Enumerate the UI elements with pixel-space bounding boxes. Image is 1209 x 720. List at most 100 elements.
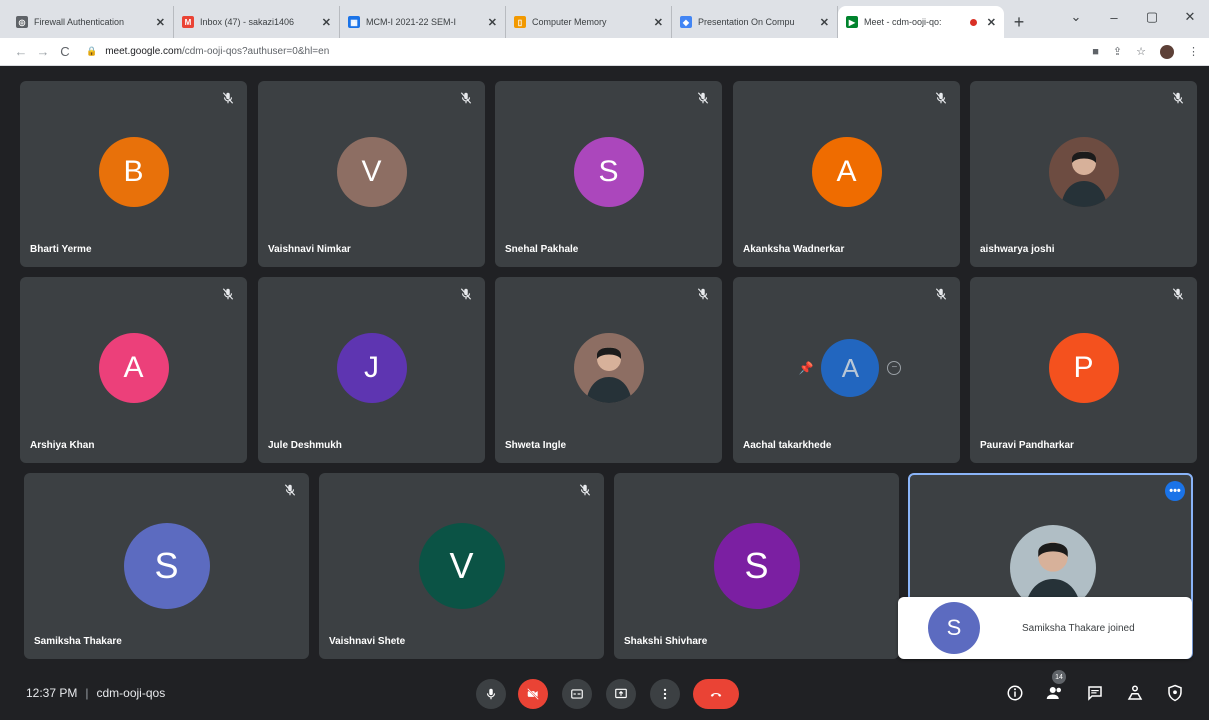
participant-tile[interactable]: Shweta Ingle: [495, 277, 722, 463]
minimize-button[interactable]: –: [1095, 10, 1133, 25]
mic-off-icon: [934, 287, 948, 301]
lock-icon: 🔒: [86, 46, 98, 56]
participant-avatar: A: [98, 333, 169, 403]
participant-photo: [1048, 137, 1119, 207]
tab-favicon-icon: ▶: [846, 16, 858, 28]
tab-close-icon[interactable]: ✕: [156, 16, 165, 29]
mic-off-icon: [578, 483, 592, 497]
participant-avatar: J: [336, 333, 407, 403]
browser-tab[interactable]: ▯ Computer Memory ✕: [506, 6, 672, 38]
tab-title: Presentation On Compu: [698, 17, 795, 27]
participant-name: Vaishnavi Nimkar: [268, 244, 351, 255]
profile-avatar-icon[interactable]: [1160, 44, 1174, 59]
mic-off-icon: [1171, 91, 1185, 105]
window-close-button[interactable]: ✕: [1171, 9, 1209, 25]
pin-icon[interactable]: 📌: [799, 361, 814, 375]
participant-name: Bharti Yerme: [30, 244, 92, 255]
mic-off-icon: [283, 483, 297, 497]
activities-icon: [1127, 685, 1143, 700]
mic-off-icon: [1171, 287, 1185, 301]
browser-tab[interactable]: ◆ Presentation On Compu ✕: [672, 6, 838, 38]
people-button[interactable]: 14: [1042, 670, 1068, 706]
present-screen-icon: [615, 688, 627, 699]
participant-name: Vaishnavi Shete: [329, 636, 406, 647]
mic-off-icon: [459, 91, 473, 105]
browser-menu-icon[interactable]: ⋮: [1188, 45, 1199, 58]
participant-name: Shweta Ingle: [505, 440, 567, 451]
browser-tab[interactable]: ▶ Meet - cdm-ooji-qo: ✕: [838, 6, 1004, 38]
participant-tile[interactable]: A Akanksha Wadnerkar: [733, 81, 960, 267]
participant-tile[interactable]: V Vaishnavi Nimkar: [258, 81, 485, 267]
tab-search-button[interactable]: ⌄: [1057, 9, 1095, 25]
url-host: meet.google.com: [105, 46, 182, 57]
participant-tile[interactable]: 📌 A − Aachal takarkhede: [733, 277, 960, 463]
more-vert-icon: [663, 688, 667, 700]
tab-favicon-icon: ◆: [680, 16, 692, 28]
browser-tab[interactable]: M Inbox (47) - sakazi1406 ✕: [174, 6, 340, 38]
leave-call-button[interactable]: [693, 679, 739, 709]
tile-more-options-icon[interactable]: •••: [1165, 481, 1185, 501]
meeting-details-button[interactable]: [1002, 680, 1028, 706]
tab-close-icon[interactable]: ✕: [987, 16, 996, 29]
participant-avatar: A: [811, 137, 882, 207]
host-controls-button[interactable]: [1162, 680, 1188, 706]
participant-tile[interactable]: A Arshiya Khan: [20, 277, 247, 463]
forward-arrow-icon[interactable]: →: [32, 44, 54, 59]
chat-button[interactable]: [1082, 680, 1108, 706]
participant-name: Aachal takarkhede: [743, 440, 832, 451]
phone-hangup-icon: [710, 692, 722, 697]
back-arrow-icon[interactable]: ←: [10, 44, 32, 59]
browser-tab[interactable]: ▦ MCM-I 2021-22 SEM-I ✕: [340, 6, 506, 38]
tab-favicon-icon: ▦: [348, 16, 360, 28]
participant-name: aishwarya joshi: [980, 244, 1055, 255]
camera-button[interactable]: [518, 679, 548, 709]
tab-title: Inbox (47) - sakazi1406: [200, 17, 295, 27]
browser-tab-strip: ◎ Firewall Authentication ✕ M Inbox (47) - s…: [0, 0, 1209, 38]
more-options-button[interactable]: [650, 679, 680, 709]
reload-icon[interactable]: C: [54, 44, 76, 59]
participant-name: Shakshi Shivhare: [624, 636, 708, 647]
new-tab-button[interactable]: +: [1004, 6, 1034, 38]
tab-close-icon[interactable]: ✕: [820, 16, 829, 29]
participant-tile[interactable]: V Vaishnavi Shete: [319, 473, 604, 659]
participant-tile[interactable]: aishwarya joshi: [970, 81, 1197, 267]
participant-avatar: S: [573, 137, 644, 207]
captions-button[interactable]: [562, 679, 592, 709]
participant-name: Samiksha Thakare: [34, 636, 122, 647]
tab-close-icon[interactable]: ✕: [488, 16, 497, 29]
camera-in-use-icon[interactable]: ■: [1092, 46, 1099, 58]
mic-off-icon: [934, 91, 948, 105]
info-icon: [1007, 685, 1023, 701]
participant-name: Arshiya Khan: [30, 440, 95, 451]
participant-tile[interactable]: J Jule Deshmukh: [258, 277, 485, 463]
participant-tile[interactable]: B Bharti Yerme: [20, 81, 247, 267]
tab-close-icon[interactable]: ✕: [322, 16, 331, 29]
participant-tile[interactable]: P Pauravi Pandharkar: [970, 277, 1197, 463]
restore-button[interactable]: ▢: [1133, 9, 1171, 25]
shield-lock-icon: [1168, 684, 1182, 702]
present-button[interactable]: [606, 679, 636, 709]
share-icon[interactable]: ⇪: [1113, 45, 1122, 58]
mic-off-icon: [459, 287, 473, 301]
participant-name: Pauravi Pandharkar: [980, 440, 1074, 451]
participant-tile[interactable]: S Samiksha Thakare: [24, 473, 309, 659]
participant-tile[interactable]: S Shakshi Shivhare: [614, 473, 899, 659]
microphone-button[interactable]: [476, 679, 506, 709]
activities-button[interactable]: [1122, 680, 1148, 706]
participant-avatar: V: [418, 523, 505, 609]
mic-off-icon: [696, 287, 710, 301]
meeting-info: 12:37 PM | cdm-ooji-qos: [26, 686, 165, 700]
tab-title: Meet - cdm-ooji-qo:: [864, 17, 942, 27]
participant-tile[interactable]: S Snehal Pakhale: [495, 81, 722, 267]
browser-tab[interactable]: ◎ Firewall Authentication ✕: [8, 6, 174, 38]
join-notification: S Samiksha Thakare joined: [898, 597, 1192, 659]
toast-avatar: S: [928, 602, 980, 654]
tab-close-icon[interactable]: ✕: [654, 16, 663, 29]
url-field[interactable]: 🔒 meet.google.com /cdm-ooji-qos?authuser…: [86, 46, 1092, 57]
participant-name: Akanksha Wadnerkar: [743, 244, 845, 255]
participant-avatar: P: [1048, 333, 1119, 403]
remove-from-call-icon[interactable]: −: [887, 361, 902, 375]
bookmark-star-icon[interactable]: ☆: [1136, 45, 1146, 58]
tab-title: MCM-I 2021-22 SEM-I: [366, 17, 457, 27]
participant-avatar: A: [821, 339, 880, 397]
